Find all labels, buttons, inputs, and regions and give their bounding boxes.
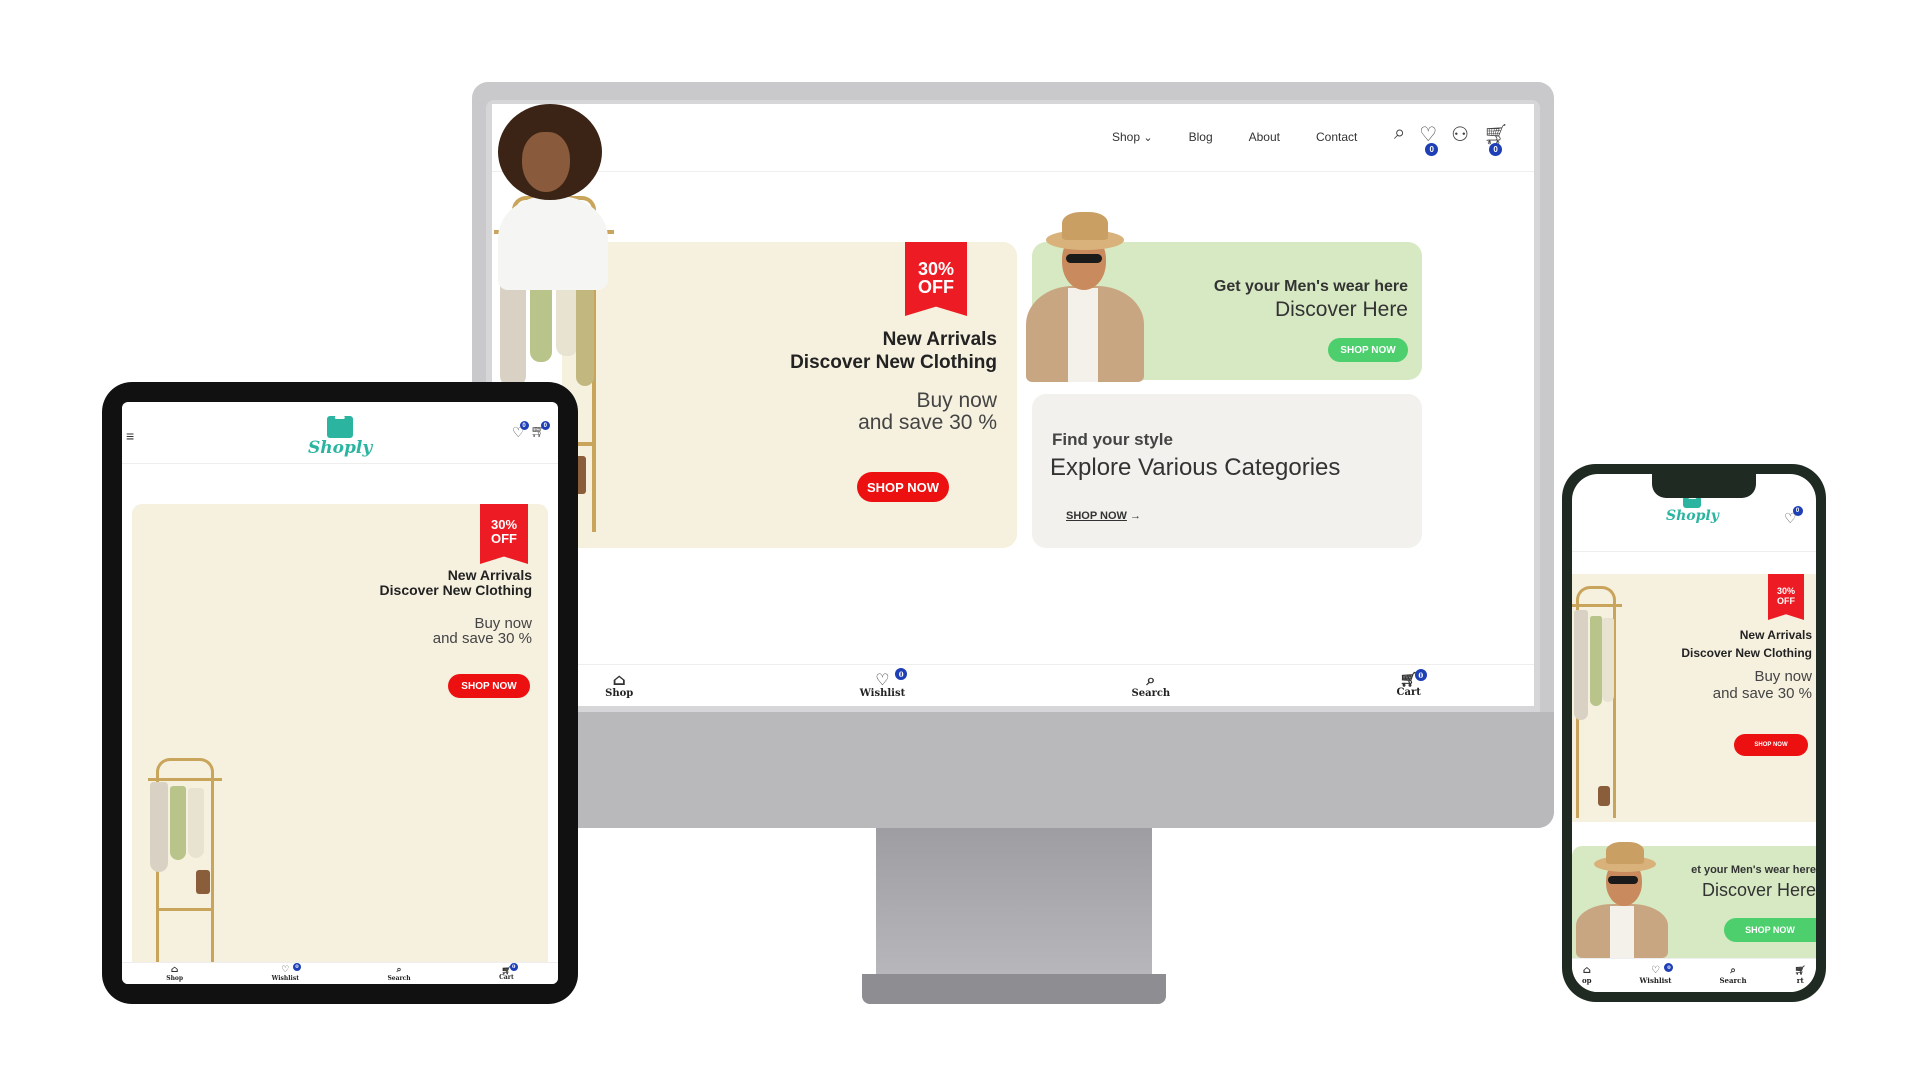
brand-logo[interactable]: Shoply (308, 408, 372, 458)
categories-banner: Find your style Explore Various Categori… (1032, 394, 1422, 548)
tablet-header-icons: ♡ 0 🛒︎ 0 (512, 421, 550, 441)
categories-title: Find your style (1052, 430, 1173, 449)
menu-icon[interactable]: ≡ (126, 428, 134, 444)
hero-title: New Arrivals Discover New Clothing (790, 329, 997, 373)
discount-ribbon: 30% OFF (1768, 574, 1804, 620)
wishlist-count-badge: 0 (895, 668, 908, 680)
monitor-chin (472, 712, 1554, 828)
mens-wear-subtitle: Discover Here (1274, 298, 1408, 321)
bottom-nav-wishlist[interactable]: ♡ 0 Wishlist (1640, 963, 1674, 985)
monitor-stand-base (862, 974, 1166, 1004)
heart-icon[interactable]: ♡ 0 (1784, 506, 1803, 527)
hero-subtitle: Buy now and save 30 % (432, 615, 532, 647)
tablet-screen: ≡ Shoply ♡ 0 🛒︎ 0 30% OFF New Arrivals Dis… (122, 402, 558, 984)
bottom-nav-search[interactable]: ⌕ Search (387, 964, 410, 982)
wishlist-count-badge: 0 (1664, 963, 1674, 972)
phone-notch (1652, 474, 1756, 498)
hero-subtitle: Buy now and save 30 % (1712, 668, 1812, 702)
hero-title: New Arrivals Discover New Clothing (379, 567, 532, 598)
tablet-device: ≡ Shoply ♡ 0 🛒︎ 0 30% OFF New Arrivals Dis… (102, 382, 578, 1004)
mens-wear-title: et your Men's wear here (1691, 864, 1816, 876)
discount-percent: 30% (917, 259, 955, 279)
hero-banner: 30% OFF New Arrivals Discover New Clothi… (562, 242, 1017, 548)
wishlist-count-badge: 0 (1425, 143, 1439, 156)
tablet-bottom-nav: ⌂ Shop ♡ 0 Wishlist ⌕ Search 🛒︎ 0 Cart (122, 962, 558, 984)
chevron-down-icon: ⌄ (1143, 132, 1153, 144)
bottom-nav-shop[interactable]: ⌂ Shop (166, 964, 183, 982)
hero-shop-now-button[interactable]: SHOP NOW (1734, 734, 1808, 756)
clothing-rack-image (1572, 586, 1622, 818)
categories-subtitle: Explore Various Categories (1050, 454, 1341, 481)
home-icon: ⌂ (1582, 965, 1591, 976)
bottom-nav-shop[interactable]: ⌂ Shop (605, 670, 633, 700)
bottom-nav-wishlist[interactable]: ♡ 0 Wishlist (860, 668, 908, 699)
heart-icon: ♡ (1651, 965, 1660, 976)
cart-count-badge: 0 (1414, 669, 1427, 681)
wishlist-count-badge: 0 (519, 421, 529, 430)
hero-subtitle: Buy now and save 30 % (858, 389, 997, 434)
phone-bottom-nav: ⌂ op ♡ 0 Wishlist ⌕ Search 🛒︎ rt (1572, 958, 1816, 992)
nav-link-about[interactable]: About (1249, 130, 1280, 144)
clothing-rack-image (144, 758, 226, 964)
search-icon: ⌕ (1146, 670, 1156, 689)
mens-shop-now-button[interactable]: SHOP NOW (1328, 338, 1408, 362)
hero-shop-now-button[interactable]: SHOP NOW (857, 472, 949, 502)
monitor-stand (876, 828, 1152, 978)
main-nav: Shop ⌄ Blog About Contact (1112, 130, 1357, 144)
bottom-nav-cart[interactable]: 🛒︎ 0 Cart (499, 963, 518, 981)
cart-icon[interactable]: 🛒︎ 0 (1483, 122, 1508, 160)
nav-link-contact[interactable]: Contact (1316, 130, 1357, 144)
nav-link-shop[interactable]: Shop ⌄ (1112, 130, 1153, 144)
arrow-right-icon: → (1129, 510, 1141, 522)
home-icon: ⌂ (612, 670, 626, 689)
brand-logo[interactable]: Shoply (1666, 496, 1719, 524)
search-icon[interactable]: ⌕ (1394, 122, 1405, 160)
brand-name: Shoply (308, 438, 373, 458)
cart-icon[interactable]: 🛒︎ 0 (531, 421, 550, 441)
bottom-nav-search[interactable]: ⌕ Search (1719, 965, 1746, 986)
desktop-monitor: Shoply Shop ⌄ Blog About Contact ⌕ ♡0 ⚇ … (472, 82, 1554, 828)
cart-count-badge: 0 (509, 963, 518, 971)
wishlist-count-badge: 0 (292, 962, 301, 971)
bottom-nav-shop[interactable]: ⌂ op (1582, 965, 1592, 986)
cart-icon: 🛒︎ (1794, 965, 1806, 976)
heart-icon: ♡ (875, 670, 890, 689)
bag-icon (327, 416, 354, 438)
categories-shop-now-link[interactable]: SHOP NOW → (1066, 510, 1141, 522)
tablet-header: ≡ Shoply ♡ 0 🛒︎ 0 (122, 402, 558, 464)
man-with-hat-image (1022, 208, 1146, 382)
discount-ribbon: 30% OFF (905, 242, 967, 316)
phone-screen: Shoply ♡ 0 30% OFF New Arrivals Discover … (1572, 474, 1816, 992)
cart-count-badge: 0 (540, 421, 550, 430)
nav-link-blog[interactable]: Blog (1189, 130, 1213, 144)
desktop-header: Shoply Shop ⌄ Blog About Contact ⌕ ♡0 ⚇ … (492, 104, 1534, 179)
user-icon[interactable]: ⚇ (1451, 122, 1469, 160)
discount-off: OFF (918, 277, 954, 297)
mens-wear-title: Get your Men's wear here (1213, 278, 1408, 295)
search-icon: ⌕ (1730, 965, 1736, 976)
home-icon: ⌂ (170, 964, 179, 975)
bottom-nav-cart[interactable]: 🛒︎ 0 Cart (1397, 669, 1427, 698)
desktop-bottom-nav: ⌂ Shop ♡ 0 Wishlist ⌕ Search 🛒︎ 0 Cart (492, 664, 1534, 706)
cart-count-badge: 0 (1489, 143, 1503, 156)
heart-icon[interactable]: ♡ 0 (1419, 122, 1439, 160)
search-icon: ⌕ (396, 964, 402, 975)
bottom-nav-wishlist[interactable]: ♡ 0 Wishlist (272, 962, 301, 982)
wishlist-count-badge: 0 (1792, 506, 1803, 516)
bottom-nav-cart[interactable]: 🛒︎ rt (1794, 965, 1806, 985)
man-with-hat-image (1576, 840, 1672, 958)
desktop-screen: Shoply Shop ⌄ Blog About Contact ⌕ ♡0 ⚇ … (492, 104, 1534, 706)
brand-name: Shoply (1666, 508, 1719, 524)
bottom-nav-search[interactable]: ⌕ Search (1132, 670, 1171, 700)
heart-icon[interactable]: ♡ 0 (512, 421, 529, 441)
discount-ribbon: 30% OFF (480, 504, 528, 564)
mens-wear-subtitle: Discover Here (1701, 880, 1816, 900)
hero-shop-now-button[interactable]: SHOP NOW (448, 674, 530, 698)
hero-title: New Arrivals Discover New Clothing (1681, 628, 1812, 660)
header-icons: ⌕ ♡ 0 ⚇ 🛒︎ 0 (1394, 122, 1508, 160)
mens-shop-now-button[interactable]: SHOP NOW (1724, 918, 1816, 942)
heart-icon: ♡ (281, 964, 290, 975)
phone-device: Shoply ♡ 0 30% OFF New Arrivals Discover … (1562, 464, 1826, 1002)
